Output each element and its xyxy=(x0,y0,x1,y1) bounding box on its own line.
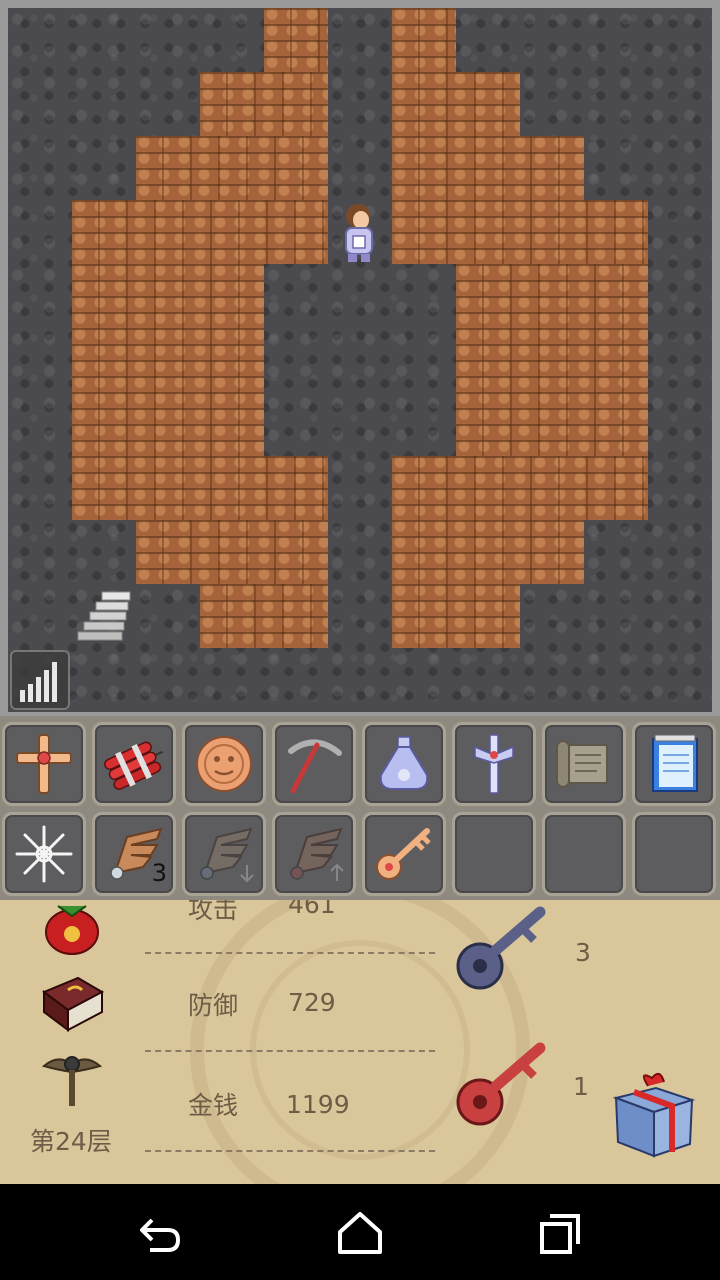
item-slot-golden-key[interactable] xyxy=(362,812,446,896)
divider xyxy=(145,1050,435,1052)
holy-sword-icon xyxy=(474,734,514,794)
dirt-wall xyxy=(136,136,328,200)
floor-emblem-icon xyxy=(41,1056,103,1106)
item-slot-scroll[interactable] xyxy=(542,722,626,806)
red-key-count: 1 xyxy=(573,1072,589,1101)
dirt-wall xyxy=(200,584,328,648)
item-slot-potion[interactable] xyxy=(362,722,446,806)
dirt-wall xyxy=(392,456,648,520)
item-slot-notebook[interactable] xyxy=(632,722,716,806)
dirt-wall xyxy=(392,584,520,648)
game-map[interactable] xyxy=(0,0,720,720)
golden-key-icon xyxy=(376,828,431,880)
gift-box-icon[interactable] xyxy=(608,1068,698,1160)
snowflake-icon xyxy=(15,825,73,883)
potion-flask-icon xyxy=(379,736,429,790)
stairs-icon[interactable] xyxy=(72,584,136,648)
status-panel: 第24层 攻击 461 防御 729 金钱 1199 3 1 xyxy=(0,900,720,1184)
floor-label: 第24层 xyxy=(30,1127,112,1156)
item-slot-snowflake[interactable] xyxy=(2,812,86,896)
dirt-wall xyxy=(392,520,584,584)
notebook-icon xyxy=(652,734,698,792)
coin-medal-icon xyxy=(196,736,252,792)
item-slot-wing-feather[interactable]: 3 xyxy=(92,812,176,896)
attack-label: 攻击 xyxy=(188,900,239,924)
defense-value: 729 xyxy=(288,988,336,1017)
home-icon[interactable] xyxy=(330,1204,390,1264)
dirt-wall xyxy=(456,264,648,456)
item-slot-coin[interactable] xyxy=(182,722,266,806)
blue-key-count: 3 xyxy=(575,938,591,967)
dirt-wall xyxy=(392,136,584,200)
android-nav-bar xyxy=(0,1184,720,1280)
money-bag-icon xyxy=(45,905,99,955)
wing-down-icon xyxy=(200,827,254,883)
empty-item-slot[interactable] xyxy=(452,812,536,896)
dirt-wall xyxy=(72,200,328,264)
back-icon[interactable] xyxy=(130,1204,190,1264)
recents-icon[interactable] xyxy=(530,1204,590,1264)
scroll-icon xyxy=(556,740,608,788)
dirt-wall xyxy=(392,72,520,136)
gold-value: 1199 xyxy=(286,1090,350,1119)
empty-item-slot[interactable] xyxy=(632,812,716,896)
holy-cross-icon xyxy=(16,734,72,794)
dirt-wall xyxy=(136,520,328,584)
attack-value: 461 xyxy=(288,900,336,919)
item-slot-wing-down[interactable] xyxy=(182,812,266,896)
item-slot-sword[interactable] xyxy=(452,722,536,806)
wing-up-icon xyxy=(290,827,344,881)
book-icon xyxy=(41,976,105,1032)
item-count: 3 xyxy=(151,859,167,887)
item-slot-bomb[interactable] xyxy=(92,722,176,806)
hero-sprite xyxy=(345,204,373,262)
defense-label: 防御 xyxy=(188,991,239,1020)
gold-label: 金钱 xyxy=(188,1091,239,1120)
dirt-wall xyxy=(392,8,456,72)
dirt-wall xyxy=(392,200,648,264)
item-slot-wing-up[interactable] xyxy=(272,812,356,896)
dirt-wall xyxy=(72,264,264,456)
divider xyxy=(145,1150,435,1152)
dirt-wall xyxy=(72,456,328,520)
dynamite-bomb-icon xyxy=(104,741,163,790)
item-toolbar: 3 xyxy=(0,716,720,900)
empty-item-slot[interactable] xyxy=(542,812,626,896)
divider xyxy=(145,952,435,954)
item-slot-pickaxe[interactable] xyxy=(272,722,356,806)
dirt-wall xyxy=(200,72,328,136)
pickaxe-icon xyxy=(288,739,342,794)
item-slot-holy-cross[interactable] xyxy=(2,722,86,806)
red-key-icon xyxy=(456,1042,546,1126)
signal-icon[interactable] xyxy=(10,650,70,710)
dirt-wall xyxy=(264,8,328,72)
blue-key-icon xyxy=(456,906,546,990)
